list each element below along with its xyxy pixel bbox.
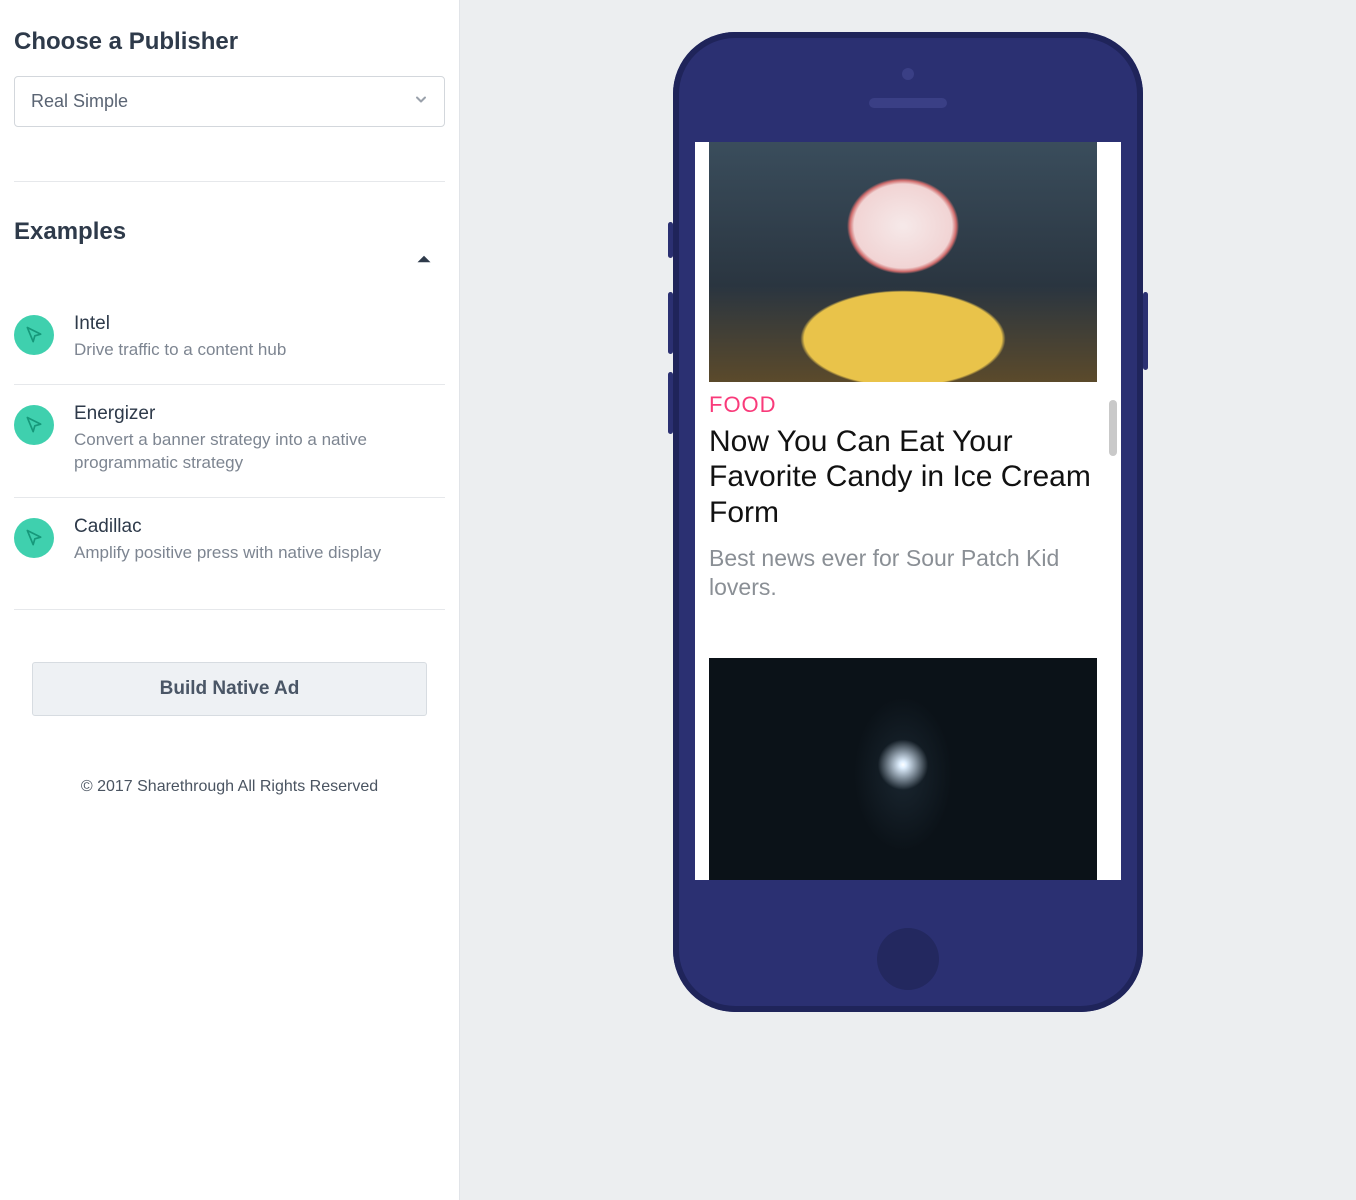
publisher-select[interactable]: Real Simple	[14, 76, 445, 127]
build-native-ad-button[interactable]: Build Native Ad	[32, 662, 427, 716]
article-headline[interactable]: Now You Can Eat Your Favorite Candy in I…	[709, 424, 1097, 530]
sidebar: Choose a Publisher Real Simple Examples …	[0, 0, 460, 1200]
cursor-icon	[14, 518, 54, 558]
divider	[14, 181, 445, 182]
example-desc: Drive traffic to a content hub	[74, 339, 286, 362]
example-title: Intel	[74, 313, 286, 335]
phone-side-button	[668, 292, 673, 354]
phone-frame: FOOD Now You Can Eat Your Favorite Candy…	[673, 32, 1143, 1012]
examples-title: Examples	[14, 218, 126, 246]
footer-copyright: © 2017 Sharethrough All Rights Reserved	[14, 778, 445, 796]
phone-screen[interactable]: FOOD Now You Can Eat Your Favorite Candy…	[695, 142, 1121, 880]
publisher-select-value[interactable]: Real Simple	[14, 76, 445, 127]
phone-home-button	[877, 928, 939, 990]
example-title: Energizer	[74, 403, 445, 425]
example-item-intel[interactable]: Intel Drive traffic to a content hub	[14, 295, 445, 385]
article-category[interactable]: FOOD	[709, 392, 1097, 418]
screen-content: FOOD Now You Can Eat Your Favorite Candy…	[709, 142, 1097, 880]
publisher-title: Choose a Publisher	[14, 28, 445, 56]
article-hero-image	[709, 142, 1097, 382]
cursor-icon	[14, 405, 54, 445]
example-item-cadillac[interactable]: Cadillac Amplify positive press with nat…	[14, 498, 445, 587]
chevron-down-icon	[413, 91, 429, 112]
examples-list: Intel Drive traffic to a content hub Ene…	[14, 295, 445, 587]
example-desc: Convert a banner strategy into a native …	[74, 429, 445, 475]
example-title: Cadillac	[74, 516, 381, 538]
ad-image	[709, 658, 1097, 880]
phone-side-button	[1143, 292, 1148, 370]
phone-side-button	[668, 372, 673, 434]
article-deck: Best news ever for Sour Patch Kid lovers…	[709, 544, 1097, 602]
cursor-icon	[14, 315, 54, 355]
phone-side-button	[668, 222, 673, 258]
example-desc: Amplify positive press with native displ…	[74, 542, 381, 565]
scrollbar-thumb[interactable]	[1109, 400, 1117, 456]
phone-speaker	[869, 98, 947, 108]
example-item-energizer[interactable]: Energizer Convert a banner strategy into…	[14, 385, 445, 498]
chevron-up-icon[interactable]	[411, 246, 437, 277]
preview-pane: FOOD Now You Can Eat Your Favorite Candy…	[460, 0, 1356, 1200]
